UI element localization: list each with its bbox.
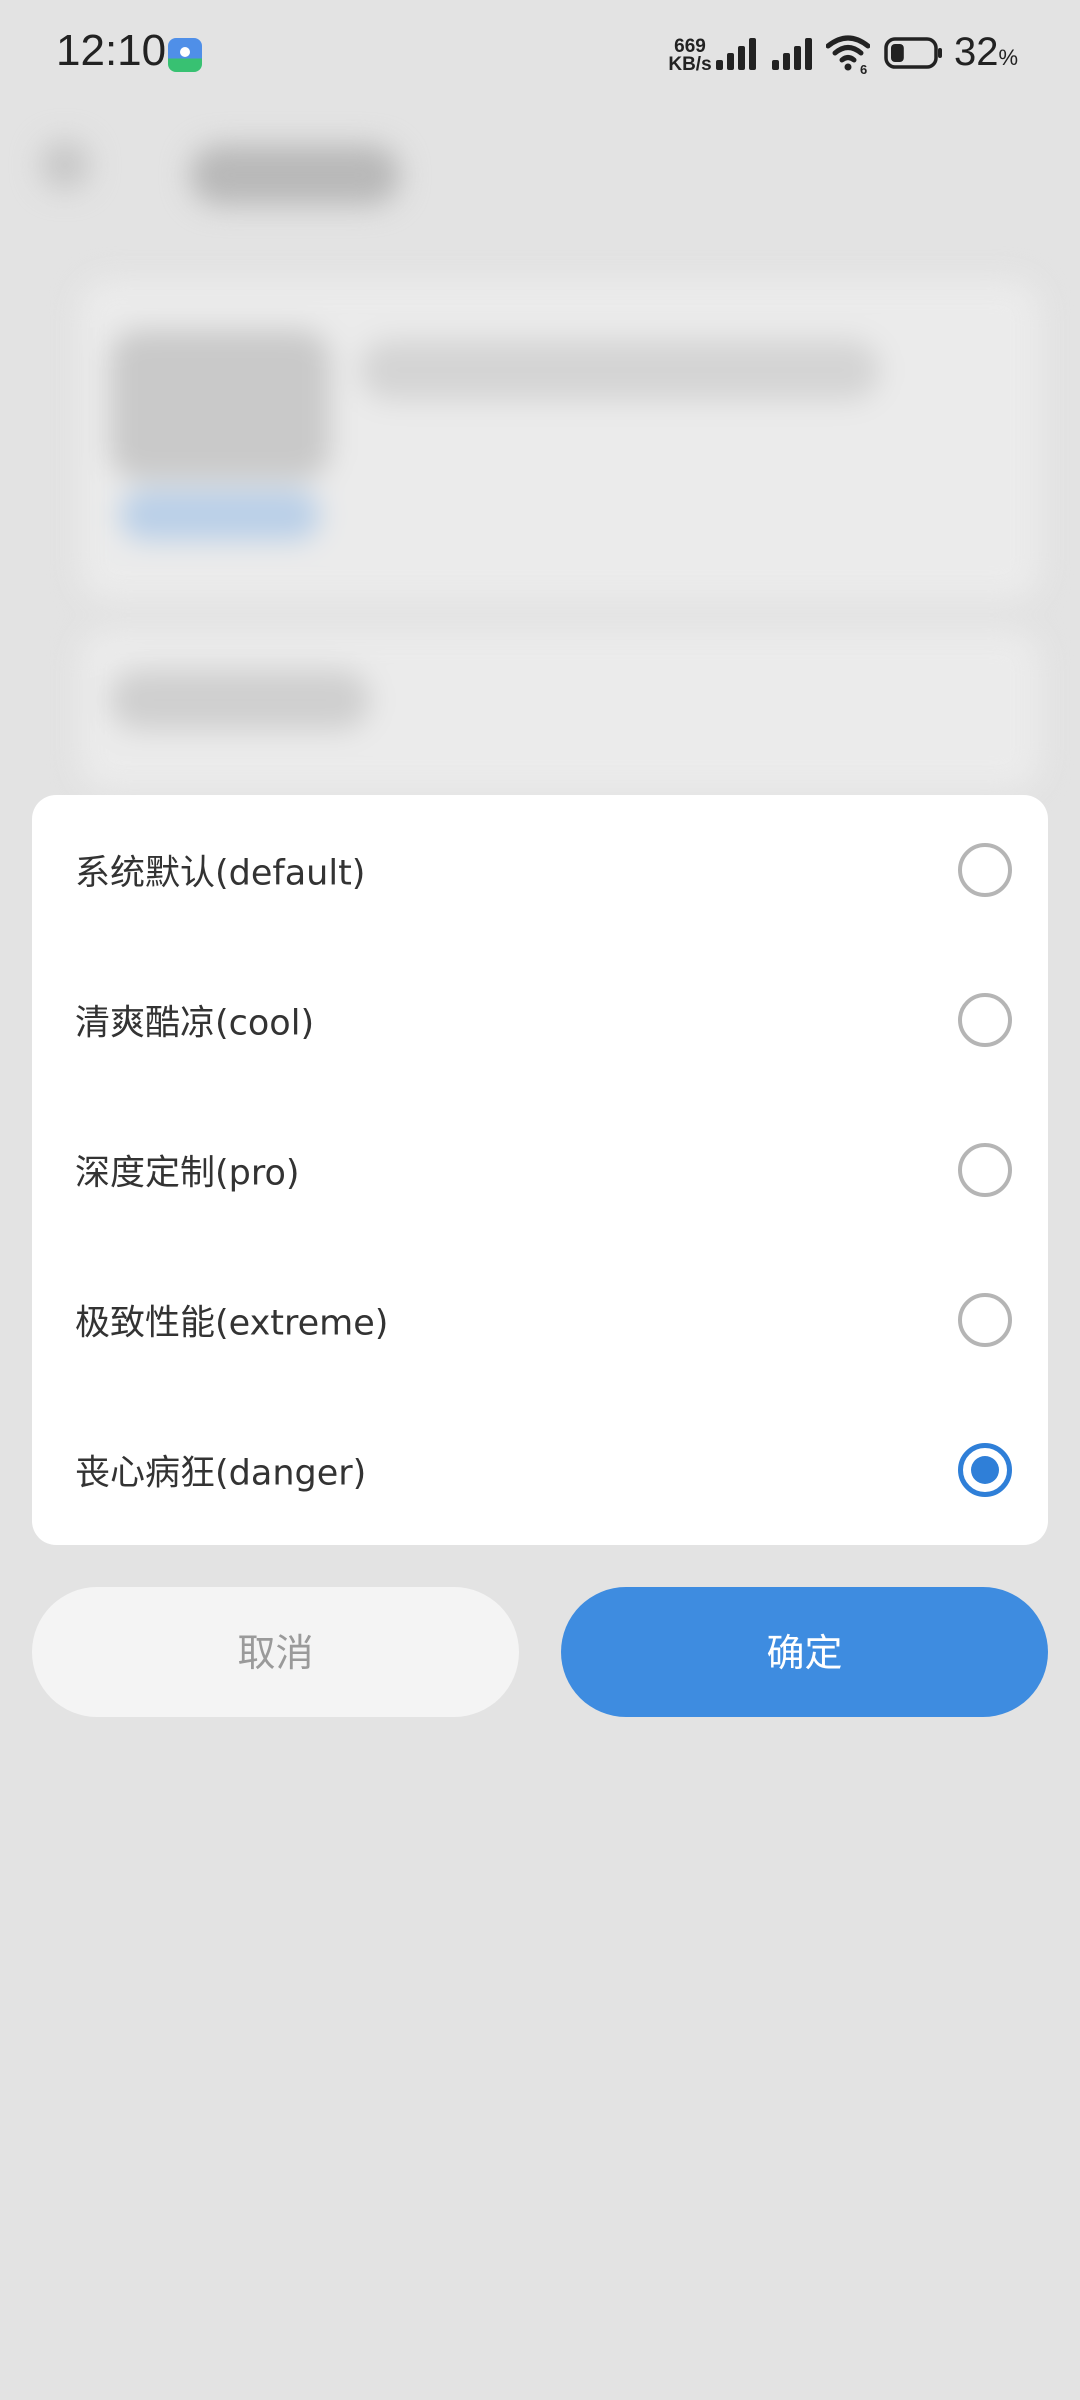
option-danger[interactable]: 丧心病狂(danger) — [32, 1395, 1048, 1545]
battery-level: 32 — [954, 30, 999, 74]
cell-signal-icon — [772, 38, 816, 70]
battery-percent: 32% — [954, 30, 1018, 75]
cancel-button[interactable]: 取消 — [32, 1587, 519, 1717]
option-label: 丧心病狂(danger) — [75, 1453, 367, 1494]
option-cool[interactable]: 清爽酷凉(cool) — [32, 945, 1048, 1095]
option-label: 系统默认(default) — [75, 853, 366, 894]
option-pro[interactable]: 深度定制(pro) — [32, 1095, 1048, 1245]
option-label: 极致性能(extreme) — [75, 1303, 389, 1344]
app-notification-icon — [168, 38, 202, 72]
battery-icon — [884, 37, 942, 69]
radio-button[interactable] — [958, 1443, 1012, 1497]
mode-select-dialog: 系统默认(default) 清爽酷凉(cool) 深度定制(pro) 极致性能(… — [32, 795, 1048, 1545]
wifi-icon: 6 — [826, 35, 870, 74]
battery-unit: % — [998, 45, 1019, 70]
radio-button[interactable] — [958, 1293, 1012, 1347]
option-default[interactable]: 系统默认(default) — [32, 795, 1048, 945]
radio-button[interactable] — [958, 993, 1012, 1047]
confirm-button[interactable]: 确定 — [561, 1587, 1048, 1717]
blurred-background-app — [0, 110, 1080, 810]
status-bar: 12:10 669 KB/s 6 32% — [0, 0, 1080, 110]
option-extreme[interactable]: 极致性能(extreme) — [32, 1245, 1048, 1395]
status-time: 12:10 — [56, 26, 167, 75]
option-label: 深度定制(pro) — [75, 1153, 300, 1194]
cell-signal-icon — [716, 38, 760, 70]
network-speed: 669 KB/s — [662, 37, 718, 75]
option-label: 清爽酷凉(cool) — [75, 1003, 315, 1044]
network-speed-unit: KB/s — [668, 54, 712, 75]
radio-button[interactable] — [958, 843, 1012, 897]
wifi-badge: 6 — [860, 62, 867, 74]
radio-button[interactable] — [958, 1143, 1012, 1197]
